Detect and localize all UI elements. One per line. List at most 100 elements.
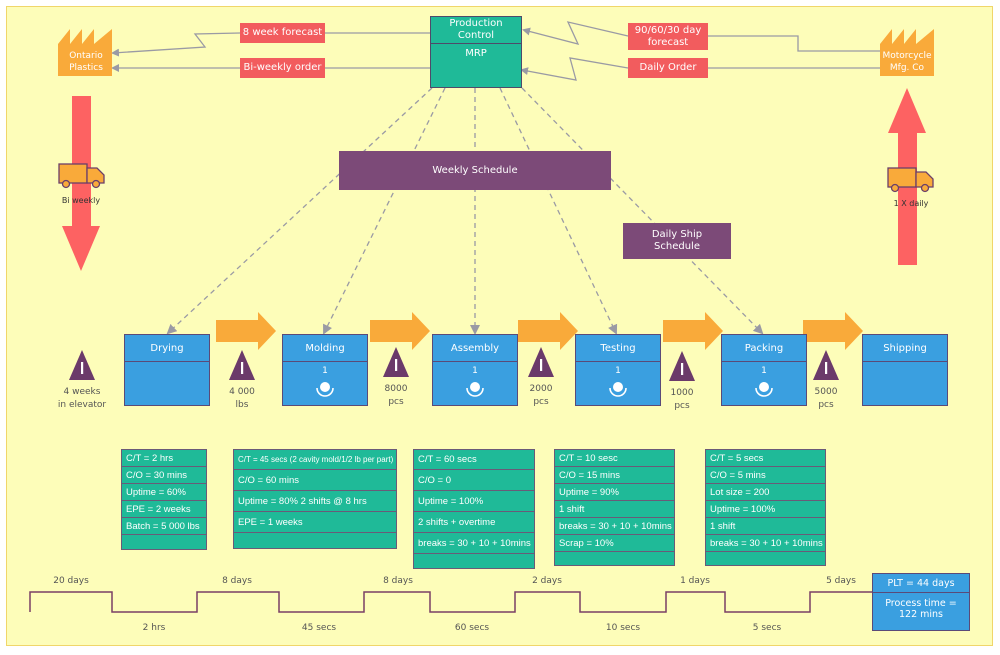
wait-time-label: 8 days [383,576,413,586]
inventory-qty: 1000 [670,388,694,398]
inventory-unit: lbs [235,400,249,410]
supplier-name-line1: Ontario [69,51,103,61]
data-row: 1 shift [555,501,674,518]
data-row: C/T = 5 secs [706,450,825,467]
customer-name-line1: Motorcycle [882,51,932,61]
inventory-1: 4 000 lbs [207,350,277,412]
data-box-testing: C/T = 10 sesc C/O = 15 mins Uptime = 90%… [554,449,675,566]
data-row: C/O = 60 mins [234,470,396,491]
data-row: Uptime = 100% [414,491,534,512]
data-row: C/O = 0 [414,470,534,491]
process-box-drying[interactable]: Drying [124,334,210,406]
mrp-label: MRP [465,48,487,59]
order-from-customer-box[interactable]: Daily Order [628,58,708,78]
inventory-triangle-icon [69,350,95,380]
process-time-line1: Process time = [885,598,957,609]
data-row: breaks = 30 + 10 + 10mins [555,518,674,535]
operator-count: 1 [472,366,478,376]
data-row [414,554,534,568]
data-row: Lot size = 200 [706,484,825,501]
data-box-assembly: C/T = 60 secs C/O = 0 Uptime = 100% 2 sh… [413,449,535,569]
process-time-label: 60 secs [454,623,490,633]
daily-ship-line2: Schedule [654,241,700,252]
process-time-label: 5 secs [752,623,782,633]
inventory-qty: 8000 [384,384,408,394]
data-row [706,552,825,565]
inventory-unit: in elevator [57,400,107,410]
data-box-drying: C/T = 2 hrs C/O = 30 mins Uptime = 60% E… [121,449,207,550]
data-row: 2 shifts + overtime [414,512,534,533]
wait-time-label: 2 days [532,576,562,586]
data-row [234,533,396,548]
process-time-label: 10 secs [605,623,641,633]
data-row: Uptime = 60% [122,484,206,501]
outbound-shipment-label: 1 X daily [893,199,929,208]
process-name: Shipping [863,335,947,362]
inventory-triangle-icon [528,347,554,377]
push-arrow-3 [518,312,578,350]
production-control-title: Production Control [431,17,521,44]
data-row: Uptime = 90% [555,484,674,501]
weekly-schedule-box[interactable]: Weekly Schedule [339,151,611,190]
operator-icon [755,382,773,397]
data-row: EPE = 2 weeks [122,501,206,518]
data-box-packing: C/T = 5 secs C/O = 5 mins Lot size = 200… [705,449,826,566]
data-row: Uptime = 80% 2 shifts @ 8 hrs [234,491,396,512]
data-row [122,535,206,549]
schedule-line-testing [499,87,618,335]
wait-time-label: 5 days [826,576,856,586]
data-row: C/O = 5 mins [706,467,825,484]
wait-time-label: 8 days [222,576,252,586]
operator-icon [316,382,334,397]
supplier-label: Ontario Plastics [60,50,112,74]
inventory-0: 4 weeks in elevator [47,350,117,412]
inventory-unit: pcs [388,397,404,407]
customer-name-line2: Mfg. Co [889,63,925,73]
production-control-box[interactable]: Production Control MRP [430,16,522,88]
data-row: C/O = 30 mins [122,467,206,484]
daily-ship-schedule-box[interactable]: Daily Ship Schedule [623,223,731,259]
data-row: C/T = 45 secs (2 cavity mold/1/2 lb per … [234,450,396,470]
inventory-triangle-icon [669,351,695,381]
data-box-molding: C/T = 45 secs (2 cavity mold/1/2 lb per … [233,449,397,549]
process-box-molding[interactable]: Molding 1 [282,334,368,406]
process-box-shipping[interactable]: Shipping [862,334,948,406]
forecast-line1: 90/60/30 day [634,24,702,36]
schedule-line-molding [323,87,446,335]
inventory-3: 2000 pcs [506,347,576,409]
data-row [555,552,674,565]
process-time-label: 2 hrs [142,623,166,633]
data-row: C/T = 10 sesc [555,450,674,467]
inventory-qty: 5000 [814,387,838,397]
order-to-supplier-box[interactable]: Bi-weekly order [240,58,325,78]
data-row: C/T = 60 secs [414,450,534,470]
plt-label: PLT = 44 days [873,574,969,593]
data-row: Uptime = 100% [706,501,825,518]
schedule-line-drying [166,87,433,335]
process-time-label: 45 secs [301,623,337,633]
inventory-4: 1000 pcs [647,351,717,413]
inventory-2: 8000 pcs [361,347,431,409]
customer-label: Motorcycle Mfg. Co [878,50,936,74]
forecast-to-supplier-box[interactable]: 8 week forecast [240,23,325,43]
data-row: breaks = 30 + 10 + 10mins [706,535,825,552]
process-time-line2: 122 mins [898,609,944,620]
data-row: EPE = 1 weeks [234,512,396,533]
data-row: C/O = 15 mins [555,467,674,484]
forecast-line2: forecast [647,36,689,48]
inventory-triangle-icon [813,350,839,380]
inventory-unit: pcs [674,401,690,411]
wait-time-label: 1 days [680,576,710,586]
push-arrow-5 [803,312,863,350]
push-arrow-2 [370,312,430,350]
data-row: Batch = 5 000 lbs [122,518,206,535]
daily-ship-line1: Daily Ship [651,229,703,240]
operator-icon [466,382,484,397]
data-row: breaks = 30 + 10 + 10mins [414,533,534,554]
forecast-from-customer-box[interactable]: 90/60/30 day forecast [628,23,708,50]
push-arrow-1 [216,312,276,350]
inventory-unit: pcs [533,397,549,407]
inbound-shipment-label: Bi weekly [61,196,101,205]
inventory-qty: 4 000 [229,387,255,397]
supplier-name-line2: Plastics [69,63,103,73]
